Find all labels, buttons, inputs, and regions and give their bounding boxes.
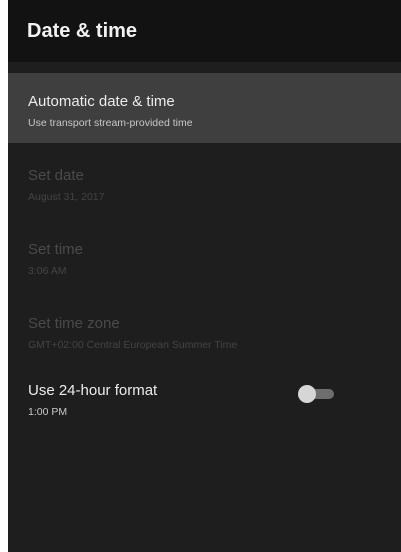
setting-label: Use 24-hour format (28, 382, 158, 399)
toggle-knob (298, 385, 316, 403)
page-title: Date & time (27, 20, 138, 42)
setting-set-time-zone: Set time zone GMT+02:00 Central European… (8, 295, 401, 365)
setting-use-24-hour-format[interactable]: Use 24-hour format 1:00 PM (8, 362, 401, 432)
setting-set-time: Set time 3:06 AM (8, 221, 401, 291)
setting-subtitle: August 31, 2017 (28, 191, 105, 203)
setting-label: Set time (28, 241, 84, 258)
setting-subtitle: GMT+02:00 Central European Summer Time (28, 339, 238, 351)
settings-panel: Date & time Automatic date & time Use tr… (8, 0, 401, 552)
setting-set-date: Set date August 31, 2017 (8, 147, 401, 217)
setting-label: Automatic date & time (28, 93, 175, 110)
setting-subtitle: Use transport stream-provided time (28, 117, 193, 129)
setting-subtitle: 1:00 PM (28, 406, 68, 418)
setting-automatic-date-time[interactable]: Automatic date & time Use transport stre… (8, 73, 401, 143)
setting-label: Set time zone (28, 315, 120, 332)
setting-subtitle: 3:06 AM (28, 265, 67, 277)
24-hour-format-toggle[interactable] (296, 384, 336, 404)
setting-label: Set date (28, 167, 84, 184)
header: Date & time (8, 0, 401, 62)
